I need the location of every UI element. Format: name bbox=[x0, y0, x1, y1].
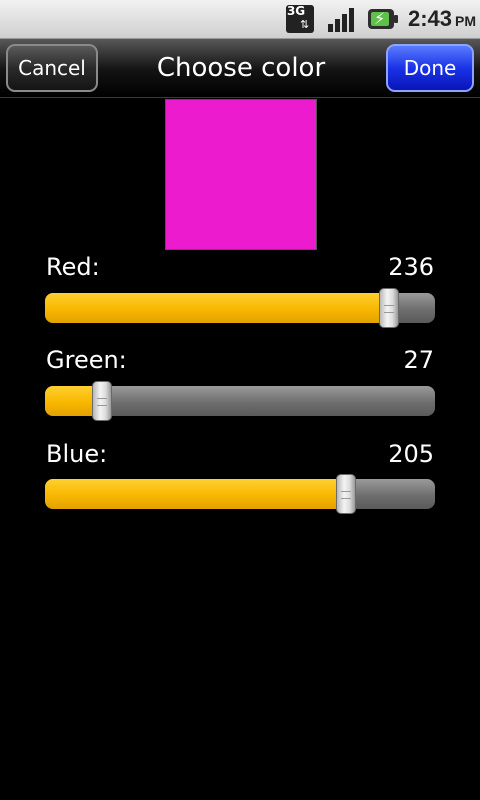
red-value: 236 bbox=[388, 253, 434, 281]
blue-slider-fill bbox=[45, 479, 346, 509]
blue-value: 205 bbox=[388, 440, 434, 468]
blue-slider-thumb[interactable] bbox=[336, 474, 356, 514]
status-bar: 3G ⇅ ⚡ 2:43 PM bbox=[0, 0, 480, 39]
title-bar: Cancel Choose color Done bbox=[0, 39, 480, 98]
blue-label: Blue: bbox=[46, 440, 108, 468]
green-value: 27 bbox=[403, 346, 434, 374]
green-slider[interactable] bbox=[45, 381, 435, 421]
red-slider-fill bbox=[45, 293, 389, 323]
3g-data-icon: 3G ⇅ bbox=[284, 3, 316, 35]
status-clock: 2:43 PM bbox=[408, 6, 476, 32]
page-title: Choose color bbox=[156, 53, 326, 83]
red-slider[interactable] bbox=[45, 288, 435, 328]
clock-time: 2:43 bbox=[407, 6, 452, 31]
red-slider-thumb[interactable] bbox=[379, 288, 399, 328]
blue-slider[interactable] bbox=[45, 474, 435, 514]
signal-strength-icon bbox=[326, 4, 358, 34]
status-icons: 3G ⇅ ⚡ 2:43 PM bbox=[284, 0, 476, 38]
battery-charging-icon: ⚡ bbox=[367, 7, 398, 31]
cancel-button[interactable]: Cancel bbox=[6, 44, 98, 92]
green-slider-thumb[interactable] bbox=[92, 381, 112, 421]
green-label: Green: bbox=[46, 346, 127, 374]
network-type-label: 3G bbox=[286, 4, 306, 18]
color-preview-swatch bbox=[165, 99, 317, 250]
red-label: Red: bbox=[46, 253, 100, 281]
done-button[interactable]: Done bbox=[386, 44, 474, 92]
clock-ampm: PM bbox=[455, 13, 476, 29]
